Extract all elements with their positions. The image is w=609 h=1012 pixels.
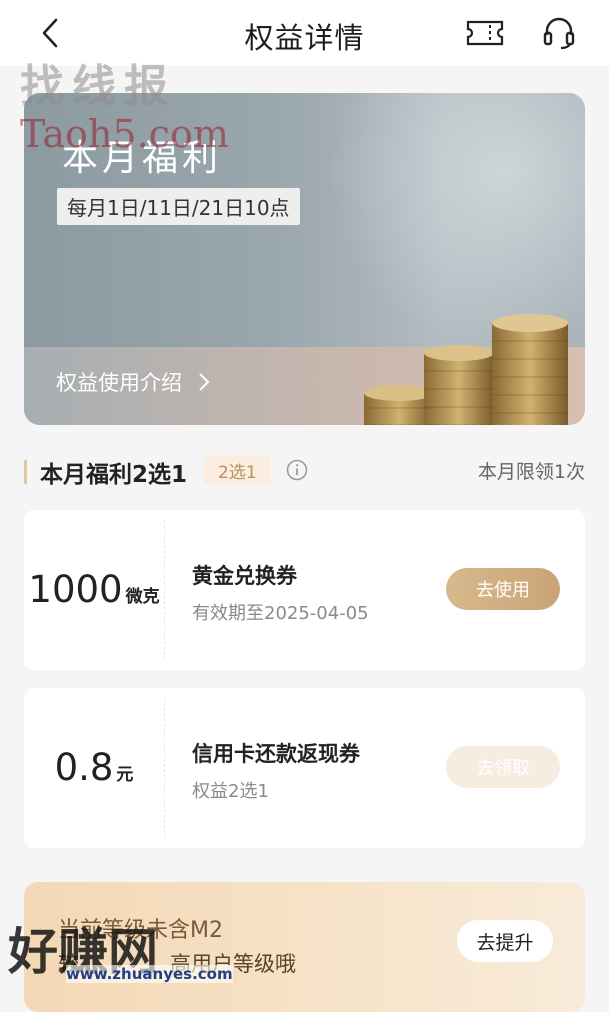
section-title: 本月福利2选1: [40, 462, 188, 488]
choice-tag: 2选1: [204, 456, 271, 485]
banner-title: 本月福利: [62, 138, 223, 179]
benefit-note: 权益2选1: [192, 781, 269, 802]
amount-value: 0.8: [54, 746, 114, 789]
top-bar: 权益详情: [0, 0, 609, 66]
benefit-amount: 1000 微克: [24, 568, 164, 611]
amount-unit: 微克: [125, 587, 160, 607]
coin-stacks-image: [364, 314, 568, 425]
amount-value: 1000: [28, 568, 123, 611]
benefit-expiry: 有效期至2025-04-05: [192, 603, 369, 624]
benefit-title: 信用卡还款返现券: [192, 742, 360, 766]
benefit-card-gold-voucher: 1000 微克 黄金兑换券 有效期至2025-04-05 去使用: [24, 510, 585, 670]
info-icon[interactable]: [286, 459, 308, 481]
amount-unit: 元: [116, 765, 134, 785]
benefit-amount-area: 1000 微克: [24, 510, 164, 670]
use-button[interactable]: 去使用: [446, 568, 560, 610]
benefit-intro-link[interactable]: 权益使用介绍: [56, 367, 210, 397]
upgrade-hint-text: 较… 高用户等级哦: [58, 948, 296, 978]
upgrade-hint-head: 较…: [58, 952, 100, 976]
upgrade-level-banner: 当前等级未含M2 较… 高用户等级哦 去提升: [24, 882, 585, 1012]
headset-icon[interactable]: [541, 15, 577, 51]
section-header: 本月福利2选1 2选1 本月限领1次: [24, 455, 585, 491]
benefit-title: 黄金兑换券: [192, 564, 297, 588]
claim-button-disabled[interactable]: 去领取: [446, 746, 560, 788]
page-title: 权益详情: [244, 21, 365, 55]
benefit-amount: 0.8 元: [24, 746, 164, 789]
chevron-right-icon: [199, 373, 210, 391]
card-divider: [164, 698, 165, 838]
current-level-text: 当前等级未含M2: [58, 918, 223, 943]
ticket-icon[interactable]: [466, 19, 504, 47]
banner-schedule-badge: 每月1日/11日/21日10点: [57, 188, 300, 225]
section-accent-bar: [24, 460, 27, 484]
upgrade-hint-tail: 高用户等级哦: [170, 952, 296, 976]
card-divider: [164, 520, 165, 660]
claim-limit-text: 本月限领1次: [477, 461, 585, 483]
monthly-benefit-banner: 本月福利 每月1日/11日/21日10点 权益使用介绍: [24, 93, 585, 425]
upgrade-button[interactable]: 去提升: [457, 920, 553, 962]
benefit-intro-label: 权益使用介绍: [56, 371, 182, 395]
benefit-amount-area: 0.8 元: [24, 688, 164, 848]
benefit-card-cashback-voucher: 0.8 元 信用卡还款返现券 权益2选1 去领取: [24, 688, 585, 848]
